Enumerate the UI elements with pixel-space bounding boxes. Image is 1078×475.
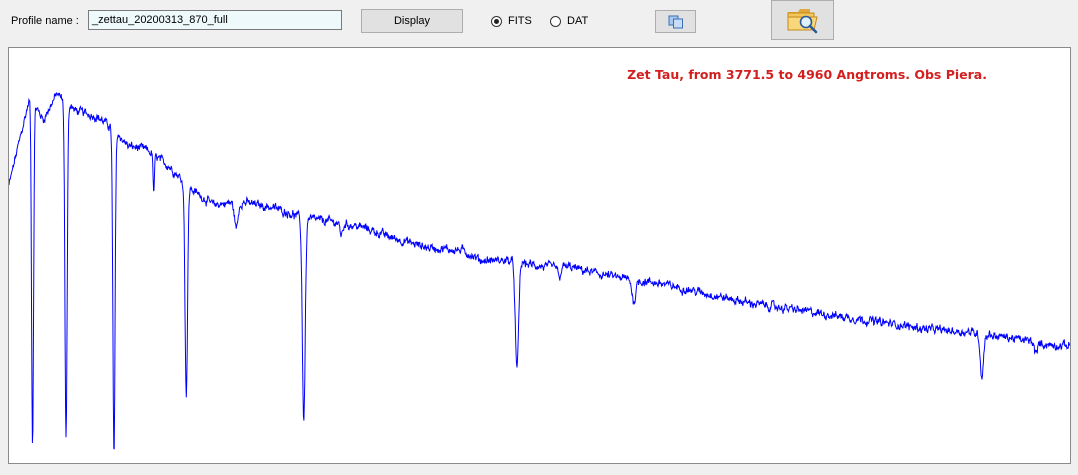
dat-radio[interactable]: DAT xyxy=(550,13,588,29)
fits-radio-dot[interactable] xyxy=(491,15,502,27)
fits-radio[interactable]: FITS xyxy=(491,13,532,29)
spectrum-chart xyxy=(9,91,1070,450)
chart-title: Zet Tau, from 3771.5 to 4960 Angtroms. O… xyxy=(627,67,987,82)
spectrum-plot: Zet Tau, from 3771.5 to 4960 Angtroms. O… xyxy=(8,47,1071,464)
folder-search-icon xyxy=(787,9,818,34)
fits-radio-label: FITS xyxy=(508,15,532,27)
dat-radio-dot[interactable] xyxy=(550,15,561,27)
open-folder-button[interactable] xyxy=(771,0,834,40)
display-button[interactable]: Display xyxy=(361,9,463,33)
copy-icon xyxy=(668,15,683,28)
profile-name-input[interactable]: _zettau_20200313_870_full xyxy=(88,10,342,30)
profile-name-label: Profile name : xyxy=(11,15,79,27)
dat-radio-label: DAT xyxy=(567,15,589,27)
copy-button[interactable] xyxy=(655,10,696,33)
toolbar: Profile name : _zettau_20200313_870_full… xyxy=(0,0,1078,44)
spectrum-line xyxy=(9,91,1070,450)
